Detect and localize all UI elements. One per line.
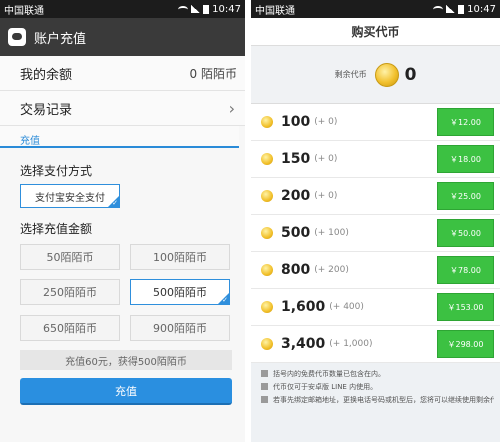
coin-icon <box>261 227 273 239</box>
buy-button[interactable]: ￥298.00 <box>437 330 494 358</box>
coin-icon <box>374 62 399 87</box>
balance-value: 0 陌陌币 <box>189 66 237 81</box>
section-header: 充值 <box>0 126 239 148</box>
carrier-name: 中国联通 <box>255 5 295 17</box>
note-icon <box>261 370 268 377</box>
notes-section: 括号内的免费代币数量已包含在内。 代币仅可于安卓版 LINE 内使用。 若事先绑… <box>251 363 500 405</box>
coin-balance-label: 剩余代币 <box>334 70 367 79</box>
status-time: 10:47 <box>467 3 496 15</box>
note-icon <box>261 396 268 403</box>
app-icon[interactable] <box>8 28 26 46</box>
status-bar: 中国联通 10:47 <box>0 0 245 18</box>
payment-option-alipay[interactable]: 支付宝安全支付 ✓ <box>20 184 120 208</box>
coin-package-list: 100 (+ 0) ￥12.00 150 (+ 0) ￥18.00 200 (+… <box>251 104 500 363</box>
check-icon: ✓ <box>222 296 228 304</box>
history-row[interactable]: 交易记录 › <box>0 91 245 126</box>
check-icon: ✓ <box>112 199 118 207</box>
coin-icon <box>261 301 273 313</box>
left-screen: 中国联通 10:47 账户充值 我的余额 0 陌陌币 交易记录 › 充值 选择支… <box>0 0 245 442</box>
payment-option-label: 支付宝安全支付 <box>35 192 105 204</box>
coin-icon <box>261 116 273 128</box>
amount-option[interactable]: 50陌陌币 <box>20 244 120 270</box>
history-label: 交易记录 <box>20 102 73 118</box>
balance-label: 我的余额 <box>20 67 73 83</box>
carrier-name: 中国联通 <box>4 5 44 17</box>
coin-balance-value: 0 <box>404 64 417 85</box>
coin-package-row: 500 (+ 100) ￥50.00 <box>251 215 500 252</box>
buy-button[interactable]: ￥25.00 <box>437 182 494 210</box>
buy-button[interactable]: ￥18.00 <box>437 145 494 173</box>
page-title: 购买代币 <box>251 18 500 46</box>
amount-title: 选择充值金额 <box>20 221 93 236</box>
buy-button[interactable]: ￥12.00 <box>437 108 494 136</box>
amount-option-selected[interactable]: 500陌陌币 ✓ <box>130 279 230 305</box>
chevron-right-icon: › <box>228 98 235 118</box>
battery-icon <box>458 4 465 14</box>
coin-package-row: 100 (+ 0) ￥12.00 <box>251 104 500 141</box>
amount-option[interactable]: 650陌陌币 <box>20 315 120 341</box>
buy-button[interactable]: ￥153.00 <box>437 293 494 321</box>
coin-icon <box>261 153 273 165</box>
wifi-icon <box>178 5 189 13</box>
battery-icon <box>203 4 210 14</box>
coin-icon <box>261 264 273 276</box>
status-time: 10:47 <box>212 3 241 15</box>
recharge-button[interactable]: 充值 <box>20 378 232 405</box>
note-item: 括号内的免费代币数量已包含在内。 <box>261 369 494 379</box>
charge-summary: 充值60元，获得500陌陌币 <box>20 350 232 370</box>
status-bar: 中国联通 10:47 <box>251 0 500 18</box>
signal-icon <box>446 5 456 13</box>
coin-package-row: 150 (+ 0) ￥18.00 <box>251 141 500 178</box>
coin-package-row: 1,600 (+ 400) ￥153.00 <box>251 289 500 326</box>
coin-package-row: 200 (+ 0) ￥25.00 <box>251 178 500 215</box>
app-bar: 账户充值 <box>0 18 245 56</box>
buy-button[interactable]: ￥78.00 <box>437 256 494 284</box>
note-item: 代币仅可于安卓版 LINE 内使用。 <box>261 382 494 392</box>
amount-option[interactable]: 900陌陌币 <box>130 315 230 341</box>
page-title: 账户充值 <box>34 31 87 47</box>
payment-title: 选择支付方式 <box>20 163 93 178</box>
coin-package-row: 800 (+ 200) ￥78.00 <box>251 252 500 289</box>
coin-balance: 剩余代币 0 <box>251 46 500 104</box>
wifi-icon <box>433 5 444 13</box>
amount-option[interactable]: 250陌陌币 <box>20 279 120 305</box>
coin-package-row: 3,400 (+ 1,000) ￥298.00 <box>251 326 500 363</box>
note-icon <box>261 383 268 390</box>
note-item: 若事先绑定邮箱地址，更换电话号码或机型后，您将可以继续使用剩余代币。 <box>261 395 494 405</box>
right-screen: 中国联通 10:47 购买代币 剩余代币 0 100 (+ 0) ￥12.00 … <box>251 0 500 442</box>
coin-icon <box>261 338 273 350</box>
signal-icon <box>191 5 201 13</box>
coin-icon <box>261 190 273 202</box>
amount-option[interactable]: 100陌陌币 <box>130 244 230 270</box>
balance-row: 我的余额 0 陌陌币 <box>0 56 245 91</box>
buy-button[interactable]: ￥50.00 <box>437 219 494 247</box>
